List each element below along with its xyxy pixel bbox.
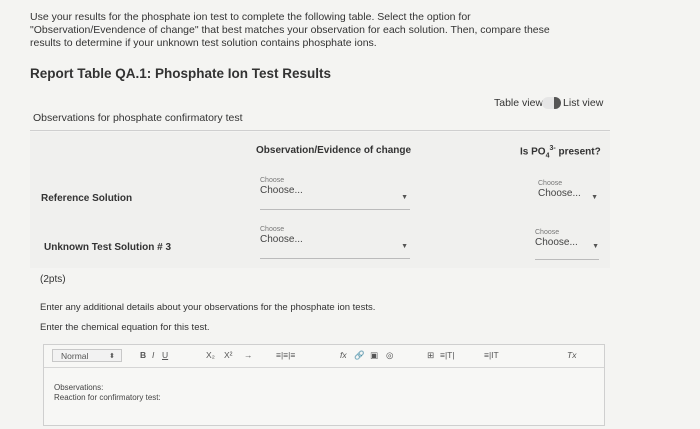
reference-observation-select[interactable]: Choose Choose... ▼	[260, 177, 410, 210]
select-value: Choose...	[538, 188, 581, 199]
reference-po4-select[interactable]: Choose Choose... ▼	[538, 180, 598, 206]
link-icon[interactable]: 🔗	[354, 350, 365, 361]
prompt-equation: Enter the chemical equation for this tes…	[40, 322, 210, 333]
select-value: Choose...	[260, 185, 303, 196]
row-label-reference: Reference Solution	[41, 193, 133, 204]
table-view-label[interactable]: Table view	[494, 97, 543, 109]
table-icon[interactable]: ⊞	[427, 350, 434, 361]
italic-button[interactable]: I	[152, 350, 154, 360]
select-underline	[535, 259, 599, 260]
points-label: (2pts)	[40, 274, 66, 285]
column-header-observation: Observation/Evidence of change	[256, 145, 412, 156]
select-caption: Choose	[535, 229, 560, 236]
instructions: Use your results for the phosphate ion t…	[30, 11, 590, 50]
table-caption: Observations for phosphate confirmatory …	[33, 112, 243, 124]
observations-table: Observation/Evidence of change Is PO43- …	[30, 132, 610, 268]
report-title: Report Table QA.1: Phosphate Ion Test Re…	[30, 66, 332, 81]
select-underline	[260, 209, 410, 210]
dropdown-arrow-icon: ▼	[401, 194, 408, 201]
dropdown-arrow-icon: ▼	[592, 243, 599, 250]
po4-suffix: present?	[555, 146, 601, 158]
po4-subscript: 4	[545, 152, 550, 160]
view-toggle[interactable]: Table view List view	[494, 97, 603, 109]
select-value: Choose...	[535, 237, 578, 248]
list-buttons[interactable]: ≡|T|	[440, 350, 455, 360]
select-value: Choose...	[260, 234, 303, 245]
table-divider	[30, 130, 610, 131]
dropdown-arrow-icon: ▼	[401, 243, 408, 250]
content-line-observations: Observations:	[54, 383, 104, 392]
row-label-unknown: Unknown Test Solution # 3	[44, 242, 172, 253]
po4-prefix: Is PO	[520, 146, 546, 158]
dropdown-arrow-icon: ▼	[591, 194, 598, 201]
embed-icon[interactable]: ◎	[386, 350, 393, 361]
instructions-line-1: Use your results for the phosphate ion t…	[30, 11, 471, 23]
instructions-line-3: results to determine if your unknown tes…	[30, 37, 377, 49]
arrow-button[interactable]: →	[244, 350, 253, 360]
select-caption: Choose	[538, 180, 563, 187]
select-caption: Choose	[260, 177, 285, 184]
list-view-label[interactable]: List view	[563, 97, 603, 109]
select-underline	[260, 258, 410, 259]
content-line-reaction: Reaction for confirmatory test:	[54, 393, 161, 402]
subscript-button[interactable]: X₂	[206, 350, 215, 360]
unknown-observation-select[interactable]: Choose Choose... ▼	[260, 226, 410, 259]
align-buttons[interactable]: ≡|≡|≡	[276, 350, 295, 360]
format-select-value: Normal	[61, 351, 89, 361]
superscript-button[interactable]: X²	[224, 350, 233, 360]
format-select[interactable]: Normal ⬍	[52, 349, 122, 362]
bold-button[interactable]: B	[140, 350, 146, 360]
more-buttons[interactable]: ≡|IT	[484, 350, 499, 360]
column-header-po4: Is PO43- present?	[520, 145, 601, 159]
instructions-line-2: "Observation/Evendence of change" that b…	[30, 24, 550, 36]
unknown-po4-select[interactable]: Choose Choose... ▼	[535, 229, 599, 260]
editor-toolbar: Normal ⬍ B I U X₂ X² → ≡|≡|≡ fx 🔗 ▣ ◎ ⊞ …	[44, 345, 604, 368]
toggle-switch-icon[interactable]	[542, 97, 562, 109]
select-caption: Choose	[260, 226, 285, 233]
select-arrows-icon: ⬍	[109, 353, 115, 360]
underline-button[interactable]: U	[162, 350, 168, 360]
editor-content[interactable]: Observations: Reaction for confirmatory …	[54, 383, 161, 403]
image-icon[interactable]: ▣	[370, 350, 378, 361]
rich-text-editor[interactable]: Normal ⬍ B I U X₂ X² → ≡|≡|≡ fx 🔗 ▣ ◎ ⊞ …	[43, 344, 605, 426]
prompt-details: Enter any additional details about your …	[40, 302, 376, 313]
formula-button[interactable]: fx	[340, 350, 347, 360]
clear-format-button[interactable]: Tx	[567, 350, 576, 360]
